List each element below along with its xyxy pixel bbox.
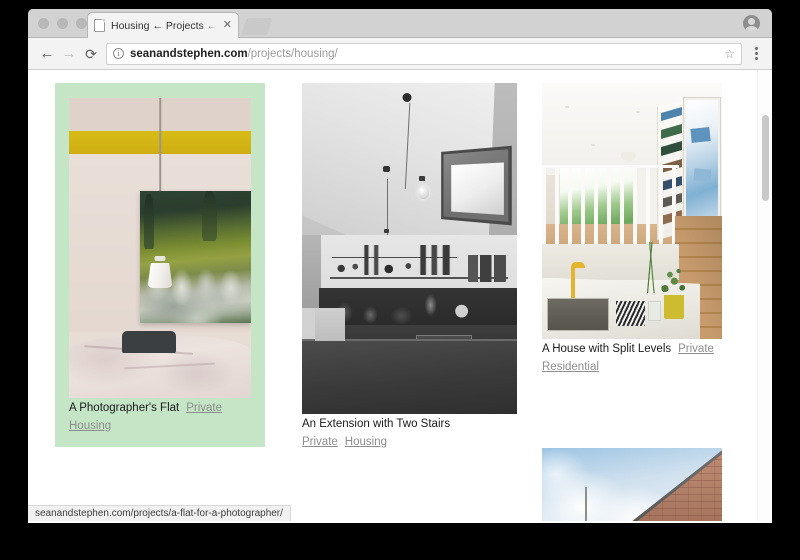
- minimize-window-button[interactable]: [57, 18, 68, 29]
- project-card-brick-gable[interactable]: [542, 448, 722, 521]
- project-card-photographers-flat[interactable]: A Photographer's Flat Private Housing: [55, 83, 265, 447]
- new-tab-button[interactable]: [241, 18, 273, 35]
- browser-window: Housing ← Projects ← Seán & ✕ ← → ⟳ i se…: [28, 9, 772, 523]
- reload-button[interactable]: ⟳: [80, 43, 102, 65]
- page-viewport: A Photographer's Flat Private Housing An…: [28, 70, 772, 521]
- site-info-icon[interactable]: i: [113, 48, 124, 59]
- window-controls: [38, 18, 87, 29]
- brick-gable-sky-photo: [542, 448, 722, 521]
- url-text: seanandstephen.com/projects/housing/: [130, 48, 338, 60]
- page-favicon-icon: [94, 19, 105, 32]
- project-title: A House with Split Levels: [542, 343, 672, 355]
- forward-button[interactable]: →: [58, 43, 80, 65]
- project-tag-housing[interactable]: Housing: [69, 420, 111, 432]
- back-button[interactable]: ←: [36, 43, 58, 65]
- bookmark-star-icon[interactable]: ☆: [724, 48, 735, 60]
- project-caption: An Extension with Two Stairs Private Hous…: [302, 418, 450, 448]
- project-card-extension-two-stairs[interactable]: An Extension with Two Stairs Private Hous…: [302, 83, 517, 450]
- tab-housing[interactable]: Housing ← Projects ← Seán & ✕: [87, 12, 239, 38]
- project-caption: A House with Split Levels Private Residen…: [542, 343, 714, 373]
- project-caption: A Photographer's Flat Private Housing: [69, 402, 222, 432]
- tab-strip: Housing ← Projects ← Seán & ✕: [28, 9, 772, 38]
- close-window-button[interactable]: [38, 18, 49, 29]
- screen: Housing ← Projects ← Seán & ✕ ← → ⟳ i se…: [0, 0, 800, 560]
- project-tag-residential[interactable]: Residential: [542, 361, 599, 373]
- scrollbar-thumb[interactable]: [762, 115, 769, 201]
- profile-avatar-icon[interactable]: [743, 15, 760, 32]
- browser-menu-icon[interactable]: [748, 47, 764, 60]
- status-bar-link-preview: seanandstephen.com/projects/a-flat-for-a…: [28, 505, 291, 521]
- browser-toolbar: ← → ⟳ i seanandstephen.com/projects/hous…: [28, 38, 772, 70]
- project-card-split-levels[interactable]: A House with Split Levels Private Residen…: [542, 83, 722, 375]
- split-levels-kitchen-photo: [542, 83, 722, 339]
- address-bar[interactable]: i seanandstephen.com/projects/housing/ ☆: [106, 42, 742, 65]
- project-tag-housing[interactable]: Housing: [345, 436, 387, 448]
- projects-grid: A Photographer's Flat Private Housing An…: [28, 70, 772, 521]
- url-host: seanandstephen.com: [130, 47, 248, 60]
- photographers-flat-interior-photo: [69, 98, 251, 398]
- project-tag-private[interactable]: Private: [186, 402, 222, 414]
- project-title: A Photographer's Flat: [69, 402, 180, 414]
- extension-two-stairs-kitchen-photo: [302, 83, 517, 414]
- tab-title: Housing ← Projects ← Seán &: [111, 19, 220, 32]
- project-tag-private[interactable]: Private: [302, 436, 338, 448]
- maximize-window-button[interactable]: [76, 18, 87, 29]
- project-title: An Extension with Two Stairs: [302, 418, 451, 430]
- project-tag-private[interactable]: Private: [678, 343, 714, 355]
- page-scrollbar[interactable]: [757, 70, 772, 521]
- close-tab-icon[interactable]: ✕: [223, 20, 232, 31]
- url-path: /projects/housing/: [247, 47, 338, 60]
